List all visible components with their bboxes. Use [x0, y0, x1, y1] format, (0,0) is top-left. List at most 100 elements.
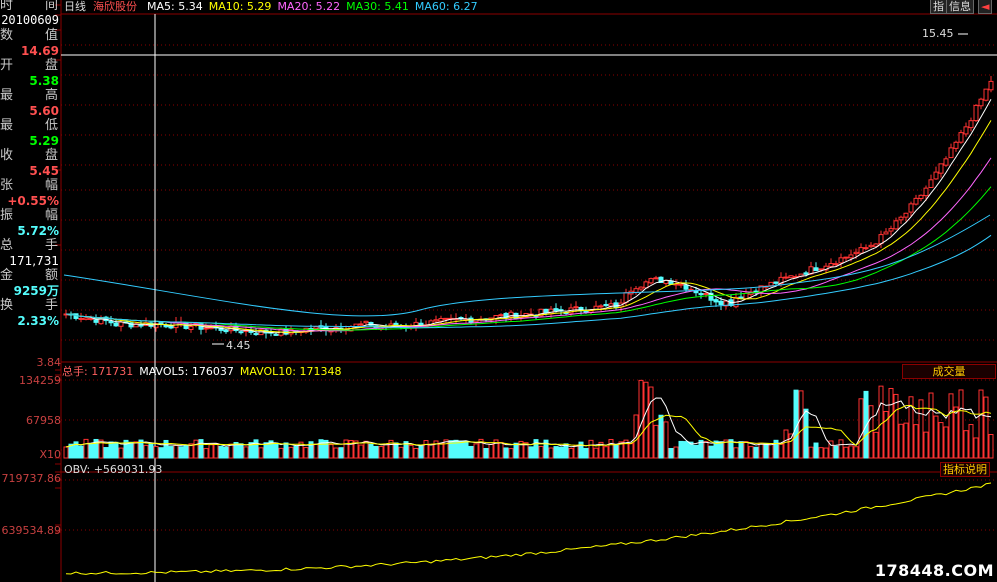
mavol10-label: MAVOL10: 171348 — [239, 365, 342, 378]
volume-bar — [258, 447, 264, 459]
volume-bar — [743, 441, 749, 459]
volume-bar — [738, 441, 744, 459]
volume-bar — [263, 442, 269, 459]
amount-value: 9259万 — [13, 284, 59, 298]
volume-indicator-button[interactable]: 成交量 — [902, 364, 996, 379]
volume-bar — [253, 439, 259, 459]
candle-body — [958, 132, 964, 143]
ma20-label: MA20: 5.22 — [277, 0, 341, 13]
volume-value: 171,731 — [9, 254, 59, 268]
candle-body — [648, 278, 654, 284]
open-label: 开盘 — [0, 58, 58, 73]
candle-body — [138, 324, 144, 327]
volume-bar — [703, 441, 709, 459]
volume-bar — [503, 447, 509, 459]
volume-bar — [583, 447, 589, 459]
volume-bar — [83, 438, 89, 459]
volume-bar — [668, 447, 674, 459]
collapse-arrow-icon[interactable]: ◄ — [978, 0, 993, 14]
low-label: 最低 — [0, 118, 58, 133]
candle-body — [983, 88, 989, 101]
volume-bar — [553, 446, 559, 459]
info-button[interactable]: 信息 — [946, 0, 974, 14]
volume-bar — [208, 444, 214, 459]
period-label[interactable]: 日线 — [64, 0, 86, 13]
candle-body — [718, 300, 724, 306]
indicator-help-button[interactable]: 指标说明 — [940, 462, 990, 477]
candle-body — [188, 326, 194, 331]
value-label: 数值 — [0, 28, 58, 43]
volume-bar — [678, 440, 684, 459]
stock-chart[interactable] — [0, 0, 997, 582]
candle-body — [108, 320, 114, 324]
volume-bar — [613, 444, 619, 459]
volume-bar — [838, 439, 844, 459]
volume-bar — [778, 443, 784, 459]
high-value: 5.60 — [29, 104, 59, 118]
candle-body — [78, 317, 84, 320]
volume-bar — [748, 446, 754, 459]
volume-bar — [963, 430, 969, 459]
candle-body — [888, 228, 894, 232]
candle-body — [168, 325, 174, 329]
amplitude-value: 5.72% — [17, 224, 59, 238]
volume-bar — [343, 439, 349, 459]
volume-bar — [118, 447, 124, 459]
candle-body — [438, 318, 444, 322]
volume-bar — [708, 445, 714, 459]
volume-bar — [528, 446, 534, 459]
volume-bar — [628, 443, 634, 459]
candle-body — [623, 292, 629, 303]
change-value: +0.55% — [7, 194, 59, 208]
candle-body — [843, 256, 849, 259]
volume-bar — [548, 447, 554, 459]
obv-axis-top: 719737.86 — [1, 472, 62, 485]
volume-bar — [888, 387, 894, 459]
mavol5-label: MAVOL5: 176037 — [139, 365, 234, 378]
volume-bar — [333, 447, 339, 459]
volume-bar — [328, 444, 334, 459]
candle-body — [783, 276, 789, 279]
watermark: 178448.COM — [874, 561, 994, 580]
candle-body — [683, 284, 689, 290]
volume-bar — [153, 446, 159, 459]
candle-body — [908, 203, 914, 213]
candle-body — [878, 234, 884, 245]
volume-bar — [608, 438, 614, 459]
volume-bar — [398, 446, 404, 459]
volume-bar — [103, 447, 109, 459]
volume-bar — [468, 445, 474, 459]
volume-bar — [718, 441, 724, 459]
high-price-annotation: 15.45 — [922, 27, 954, 40]
volume-axis-unit: X10 — [39, 448, 61, 461]
candle-body — [853, 251, 859, 255]
volume-bar — [428, 443, 434, 459]
candle-body — [883, 231, 889, 235]
candle-body — [943, 158, 949, 166]
volume-bar — [273, 442, 279, 459]
volume-bar — [183, 445, 189, 459]
candle-body — [633, 288, 639, 293]
candle-body — [253, 333, 259, 336]
volume-bar — [148, 443, 154, 459]
candle-body — [573, 306, 579, 309]
close-label: 收盘 — [0, 148, 58, 163]
candle-body — [948, 147, 954, 159]
volume-bar — [913, 424, 919, 459]
volume-bar — [498, 441, 504, 459]
low-price-annotation: 4.45 — [226, 339, 251, 352]
volume-legend: 总手: 171731 MAVOL5: 176037 MAVOL10: 17134… — [62, 365, 341, 378]
turnover-label: 换手 — [0, 298, 58, 313]
indicator-button[interactable]: 指 — [930, 0, 947, 14]
candle-body — [963, 126, 969, 135]
volume-bar — [673, 446, 679, 459]
volume-bar — [393, 442, 399, 459]
volume-bar — [283, 442, 289, 459]
volume-bar — [953, 406, 959, 459]
candle-body — [978, 98, 984, 107]
candle-body — [868, 244, 874, 248]
volume-bar — [218, 445, 224, 459]
candle-body — [698, 293, 704, 296]
volume-axis-top: 134259 — [19, 374, 61, 387]
volume-bar — [873, 431, 879, 459]
